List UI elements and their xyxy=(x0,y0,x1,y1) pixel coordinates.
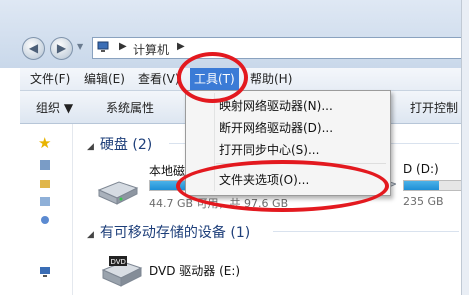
dvd-drive-icon[interactable]: DVD xyxy=(99,254,143,288)
open-sync-center-item[interactable]: 打开同步中心(S)... xyxy=(219,141,319,158)
address-bar[interactable]: ▶ 计算机 ▶ xyxy=(92,37,469,59)
d-drive-space-text: 235 GB xyxy=(403,195,444,208)
menu-edit[interactable]: 编辑(E) xyxy=(80,68,129,90)
breadcrumb-separator[interactable]: ▶ xyxy=(119,41,127,52)
breadcrumb-separator-2[interactable]: ▶ xyxy=(177,41,185,52)
favorites-star-icon[interactable]: ★ xyxy=(38,136,52,151)
open-control-panel-button[interactable]: 打开控制 xyxy=(410,99,458,116)
map-network-drive-item[interactable]: 映射网络驱动器(N)... xyxy=(219,97,333,114)
address-location[interactable]: 计算机 xyxy=(133,41,169,58)
local-disk-name[interactable]: 本地磁 xyxy=(149,162,185,179)
folder-icon[interactable] xyxy=(38,176,52,190)
navigation-pane: ★ xyxy=(20,124,73,295)
hard-disks-group-label: 硬盘 (2) xyxy=(99,137,153,153)
disconnect-network-drive-item[interactable]: 断开网络驱动器(D)... xyxy=(219,119,333,136)
explorer-window: ◀ ▶ ▼ ▶ 计算机 ▶ 文件(F) 编辑(E) 查看(V) 工具(T) 帮助… xyxy=(0,0,469,295)
collapse-triangle-icon[interactable]: ◢ xyxy=(87,142,94,152)
computer-nav-icon[interactable] xyxy=(38,264,52,278)
d-drive-name[interactable]: D (D:) xyxy=(403,162,439,176)
organize-button[interactable]: 组织 ▼ xyxy=(36,99,73,116)
library-icon[interactable] xyxy=(38,158,52,172)
hard-disks-group-header[interactable]: ◢ 硬盘 (2) xyxy=(87,134,152,154)
highlight-circle-folder-options xyxy=(176,160,389,212)
hard-drive-icon[interactable] xyxy=(95,176,139,206)
pictures-icon[interactable] xyxy=(38,194,52,208)
removable-group-label: 有可移动存储的设备 (1) xyxy=(99,225,251,241)
highlight-circle-tools xyxy=(177,52,248,103)
system-properties-button[interactable]: 系统属性 xyxy=(106,99,154,116)
d-drive-usage-bar xyxy=(403,180,463,191)
forward-button[interactable]: ▶ xyxy=(50,37,73,60)
back-button[interactable]: ◀ xyxy=(22,37,45,60)
dvd-drive-name[interactable]: DVD 驱动器 (E:) xyxy=(149,262,240,279)
computer-icon xyxy=(97,41,109,52)
collapse-triangle-icon-2[interactable]: ◢ xyxy=(87,230,94,240)
svg-text:DVD: DVD xyxy=(111,258,126,266)
menu-help[interactable]: 帮助(H) xyxy=(246,68,296,90)
group-divider-2 xyxy=(273,231,459,232)
removable-group-header[interactable]: ◢ 有可移动存储的设备 (1) xyxy=(87,222,250,242)
menu-file[interactable]: 文件(F) xyxy=(26,68,74,90)
history-dropdown-icon[interactable]: ▼ xyxy=(77,42,83,51)
window-right-edge xyxy=(461,0,469,295)
music-icon[interactable] xyxy=(38,212,52,226)
